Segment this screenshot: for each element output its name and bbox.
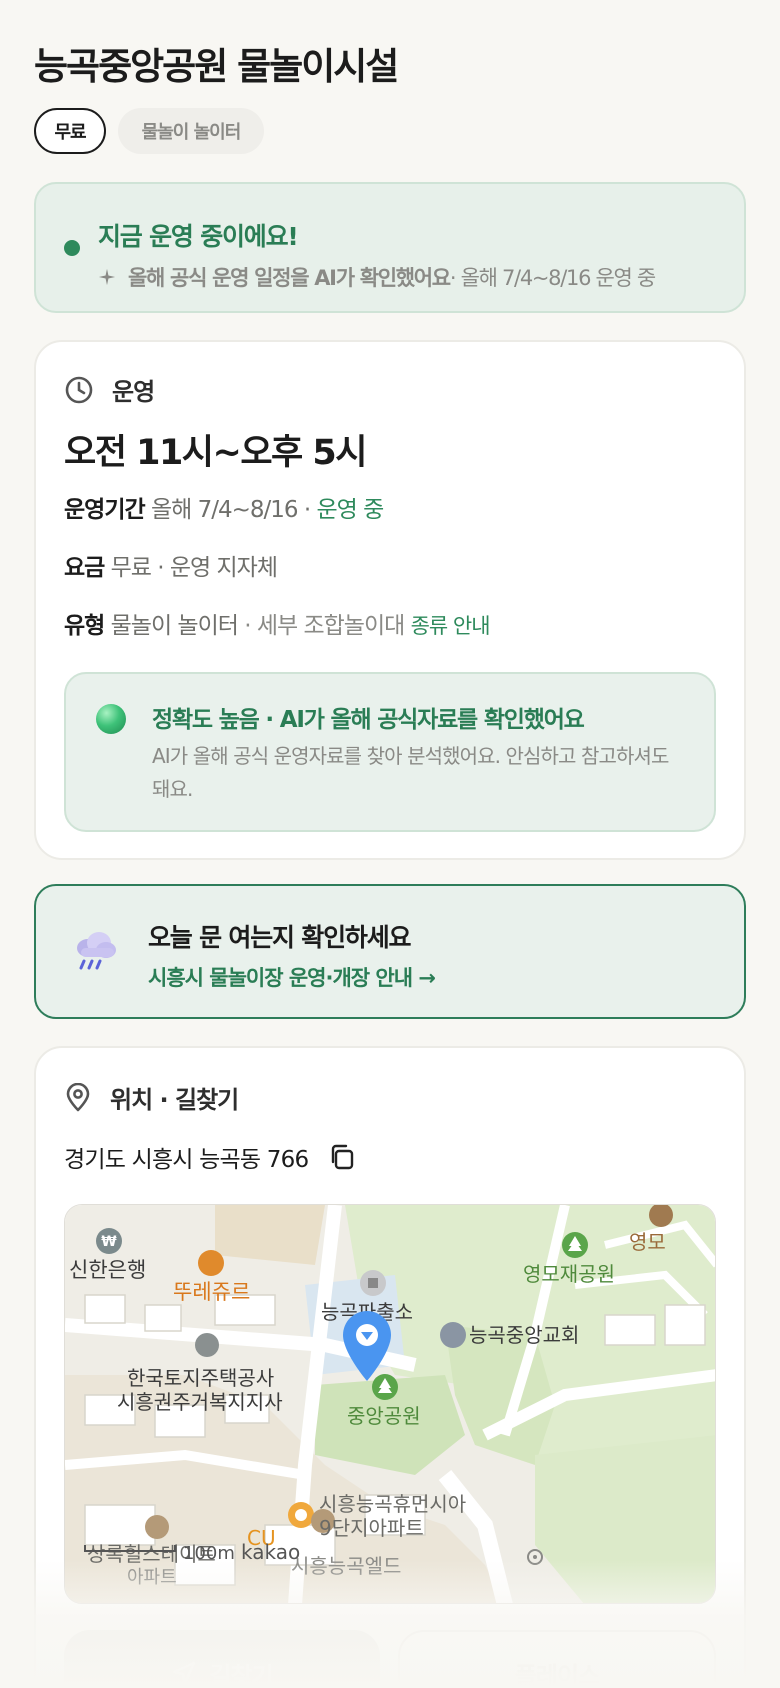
type-label: 유형 bbox=[64, 613, 105, 639]
sparkle-icon bbox=[98, 268, 116, 286]
notice-link[interactable]: 시흥시 물놀이장 운영·개장 안내 → bbox=[148, 962, 436, 992]
price-chip: 무료 bbox=[34, 108, 106, 154]
rain-cloud-icon bbox=[72, 930, 118, 974]
route-button[interactable]: 길찾기 bbox=[64, 1630, 380, 1688]
location-card: 위치 · 길찾기 경기도 시흥시 능곡동 766 ₩ 신한은행 뚜레쥬르 능곡중… bbox=[34, 1046, 746, 1688]
status-dot-icon bbox=[64, 240, 80, 256]
map-label-lh-2: 시흥권주거복지지사 bbox=[117, 1390, 283, 1414]
location-heading-label: 위치 · 길찾기 bbox=[110, 1086, 239, 1114]
operation-card: 운영 오전 11시~오후 5시 운영기간 올해 7/4~8/16 · 운영 중 … bbox=[34, 340, 746, 860]
open-check-notice[interactable]: 오늘 문 여는지 확인하세요 시흥시 물놀이장 운영·개장 안내 → bbox=[34, 884, 746, 1019]
place-button-label: 플레이스 bbox=[514, 1661, 600, 1688]
period-status: 운영 중 bbox=[316, 497, 384, 523]
address-text: 경기도 시흥시 능곡동 766 bbox=[64, 1147, 309, 1173]
fee-row: 요금 무료 · 운영 지자체 bbox=[64, 548, 278, 582]
category-chip: 물놀이 놀이터 bbox=[118, 108, 264, 154]
accuracy-box: 정확도 높음 · AI가 올해 공식자료를 확인했어요 AI가 올해 공식 운영… bbox=[64, 672, 716, 832]
copy-icon[interactable] bbox=[328, 1143, 356, 1171]
accuracy-body: AI가 올해 공식 운영자료를 찾아 분석했어요. 안심하고 참고하셔도 돼요. bbox=[152, 744, 669, 801]
operation-heading-label: 운영 bbox=[112, 378, 155, 406]
fee-label: 요금 bbox=[64, 555, 105, 581]
accuracy-title: 정확도 높음 · AI가 올해 공식자료를 확인했어요 bbox=[152, 707, 585, 733]
fee-value: 무료 · 운영 지자체 bbox=[104, 555, 278, 581]
map-label-apt1-1: 시흥능곡휴먼시아 bbox=[319, 1492, 466, 1516]
type-detail: · 세부 조합놀이대 bbox=[237, 613, 411, 639]
map-label-apt3: 시흥능곡엘드 bbox=[291, 1554, 401, 1578]
page: 능곡중앙공원 물놀이시설 무료 물놀이 놀이터 지금 운영 중이에요! 올해 공… bbox=[0, 0, 780, 1688]
map-label-apt1-2: 9단지아파트 bbox=[319, 1516, 424, 1540]
location-map[interactable]: ₩ 신한은행 뚜레쥬르 능곡파출소 능곡중앙교회 영모재공원 영모 한국토지주택… bbox=[64, 1204, 716, 1604]
route-button-label: 길찾기 bbox=[209, 1661, 273, 1688]
navigate-icon bbox=[173, 1661, 196, 1685]
map-label-yeongmo: 영모 bbox=[629, 1230, 666, 1254]
map-brand: kakao bbox=[241, 1540, 300, 1564]
map-label-bank: 신한은행 bbox=[69, 1258, 146, 1282]
clock-icon bbox=[65, 376, 93, 403]
svg-text:₩: ₩ bbox=[101, 1234, 117, 1250]
map-label-central-park: 중앙공원 bbox=[347, 1404, 421, 1428]
type-guide-link[interactable]: 종류 안내 bbox=[411, 614, 491, 638]
location-heading: 위치 · 길찾기 bbox=[64, 1080, 239, 1115]
status-sub-rest: · 올해 7/4~8/16 운영 중 bbox=[449, 266, 656, 290]
location-pin-icon bbox=[66, 1082, 90, 1111]
status-banner: 지금 운영 중이에요! 올해 공식 운영 일정을 AI가 확인했어요 · 올해 … bbox=[34, 182, 746, 313]
map-label-yeongmo-park: 영모재공원 bbox=[523, 1262, 615, 1286]
status-sub-strong: 올해 공식 운영 일정을 AI가 확인했어요 bbox=[128, 266, 451, 290]
map-scale: 100m bbox=[183, 1543, 235, 1564]
status-subtitle: 올해 공식 운영 일정을 AI가 확인했어요 · 올해 7/4~8/16 운영 … bbox=[98, 262, 656, 292]
map-label-bakery: 뚜레쥬르 bbox=[173, 1280, 250, 1304]
operation-heading: 운영 bbox=[64, 372, 155, 407]
period-row: 운영기간 올해 7/4~8/16 · 운영 중 bbox=[64, 490, 384, 524]
period-label: 운영기간 bbox=[64, 497, 146, 523]
type-row: 유형 물놀이 놀이터 · 세부 조합놀이대 종류 안내 bbox=[64, 606, 491, 640]
map-label-lh-1: 한국토지주택공사 bbox=[127, 1366, 274, 1390]
map-label-church: 능곡중앙교회 bbox=[469, 1323, 579, 1347]
notice-title: 오늘 문 여는지 확인하세요 bbox=[148, 923, 412, 952]
accuracy-orb-icon bbox=[96, 704, 126, 734]
address-row: 경기도 시흥시 능곡동 766 bbox=[64, 1140, 356, 1174]
map-label-apt2-2: 아파트 bbox=[127, 1567, 177, 1588]
operating-hours: 오전 11시~오후 5시 bbox=[64, 433, 367, 473]
type-value: 물놀이 놀이터 bbox=[104, 613, 239, 639]
place-button[interactable]: 플레이스 bbox=[398, 1630, 716, 1688]
period-value: 올해 7/4~8/16 · bbox=[144, 497, 317, 523]
status-title: 지금 운영 중이에요! bbox=[98, 222, 299, 251]
page-title: 능곡중앙공원 물놀이시설 bbox=[34, 45, 399, 88]
